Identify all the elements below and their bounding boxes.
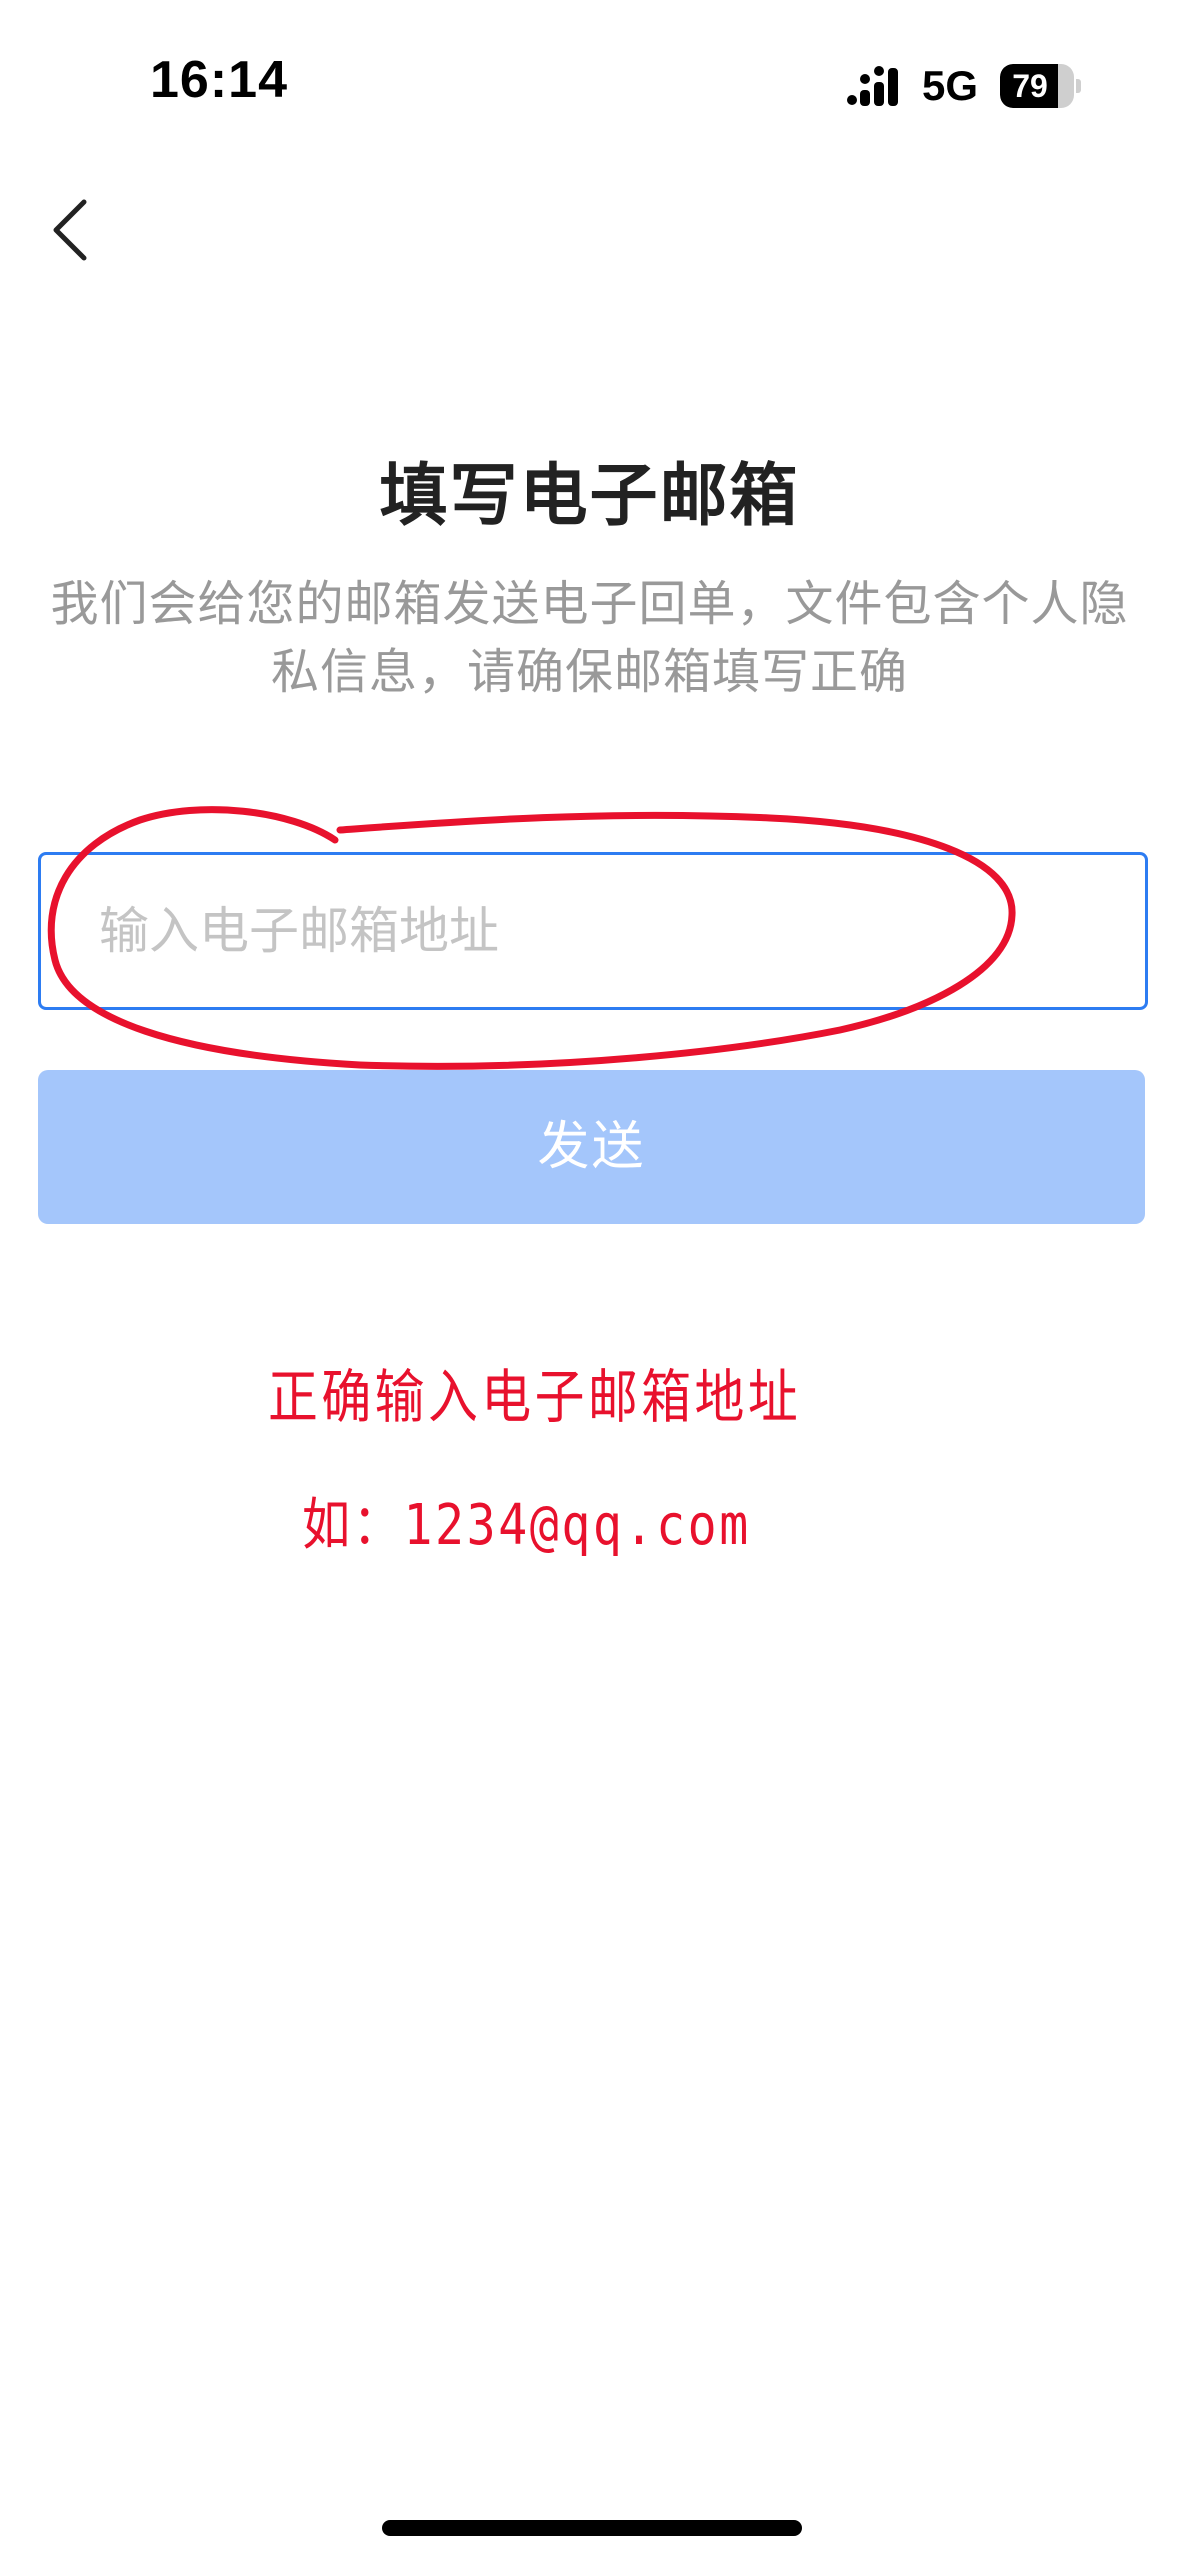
cellular-signal-icon [847,66,898,106]
chevron-left-icon [53,199,87,261]
page-description: 我们会给您的邮箱发送电子回单，文件包含个人隐私信息，请确保邮箱填写正确 [50,576,1129,700]
email-input-container [38,852,1148,1010]
annotation-hint: 正确输入电子邮箱地址 [268,1363,802,1431]
status-time: 16:14 [150,51,288,109]
status-bar: 16:14 5G 79 [0,0,1179,170]
back-button[interactable] [30,180,130,280]
battery-icon: 79 [1000,64,1081,108]
home-indicator[interactable] [382,2520,802,2536]
email-input[interactable] [41,855,1145,1007]
battery-tip [1076,79,1081,93]
network-type: 5G [922,62,979,109]
page-title: 填写电子邮箱 [379,457,800,536]
annotation-example: 如：1234@qq.com [302,1493,751,1558]
send-button[interactable]: 发送 [38,1070,1145,1224]
battery-level: 79 [1012,68,1048,104]
